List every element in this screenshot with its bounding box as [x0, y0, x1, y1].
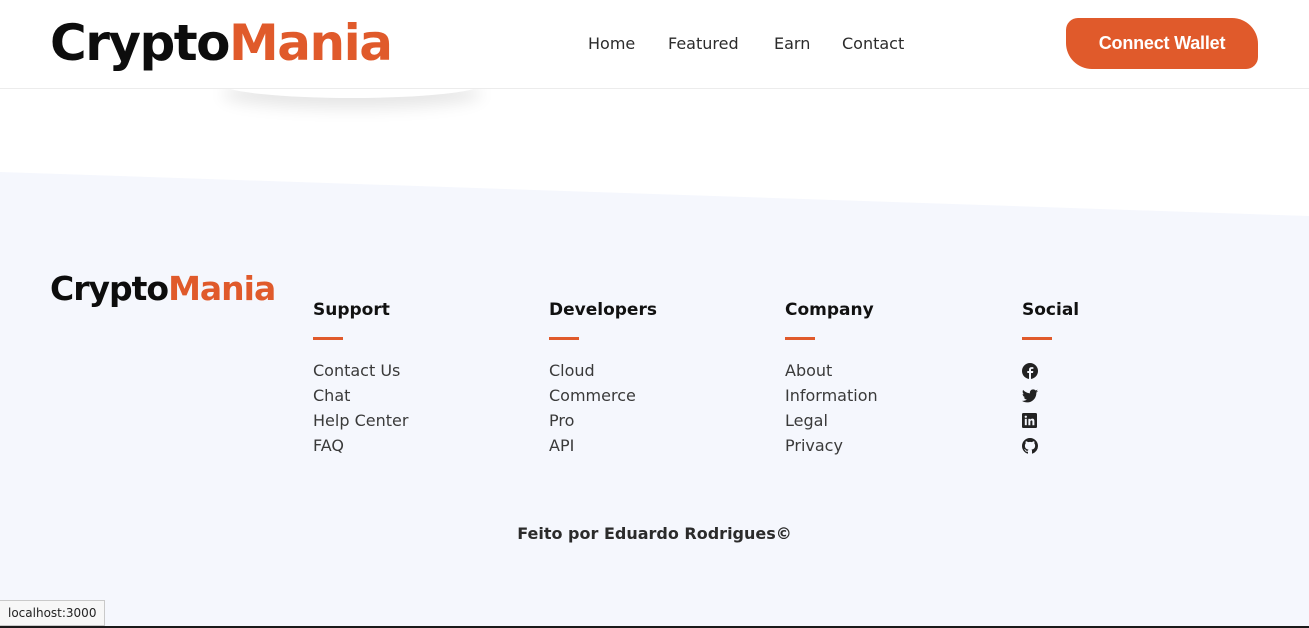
list-item: About — [785, 358, 1005, 383]
link-api[interactable]: API — [549, 436, 574, 455]
status-bar-url: localhost:3000 — [0, 600, 106, 626]
facebook-link[interactable] — [1022, 358, 1242, 383]
link-about[interactable]: About — [785, 361, 832, 380]
link-list: Contact Us Chat Help Center FAQ — [313, 358, 533, 458]
footer-logo-text-mania: Mania — [168, 269, 276, 308]
title-underline — [549, 337, 579, 340]
link-privacy[interactable]: Privacy — [785, 436, 843, 455]
linkedin-icon — [1022, 413, 1037, 428]
link-pro[interactable]: Pro — [549, 411, 574, 430]
link-commerce[interactable]: Commerce — [549, 386, 636, 405]
linkedin-link[interactable] — [1022, 408, 1242, 433]
list-item: Chat — [313, 383, 533, 408]
column-title: Social — [1022, 300, 1080, 320]
list-item: API — [549, 433, 769, 458]
column-title: Developers — [549, 300, 657, 320]
site-footer: CryptoMania Support Contact Us Chat Help… — [0, 0, 1309, 628]
nav-contact[interactable]: Contact — [842, 33, 904, 55]
list-item: Pro — [549, 408, 769, 433]
list-item: FAQ — [313, 433, 533, 458]
list-item: Cloud — [549, 358, 769, 383]
nav-home[interactable]: Home — [588, 33, 635, 55]
connect-wallet-button[interactable]: Connect Wallet — [1066, 18, 1258, 69]
link-list: About Information Legal Privacy — [785, 358, 1005, 458]
site-header: CryptoMania Home Featured Earn Contact C… — [0, 0, 1309, 89]
column-title: Support — [313, 300, 390, 320]
facebook-icon — [1022, 362, 1038, 379]
link-legal[interactable]: Legal — [785, 411, 828, 430]
footer-column-social: Social — [1022, 298, 1242, 458]
footer-column-developers: Developers Cloud Commerce Pro API — [549, 298, 769, 458]
footer-credit: Feito por Eduardo Rodrigues© — [517, 524, 792, 543]
twitter-icon — [1022, 388, 1038, 402]
list-item: Help Center — [313, 408, 533, 433]
link-chat[interactable]: Chat — [313, 386, 350, 405]
link-faq[interactable]: FAQ — [313, 436, 344, 455]
link-list: Cloud Commerce Pro API — [549, 358, 769, 458]
github-icon — [1022, 437, 1038, 454]
footer-logo-text-crypto: Crypto — [50, 269, 169, 308]
list-item: Privacy — [785, 433, 1005, 458]
nav-earn[interactable]: Earn — [774, 33, 810, 55]
github-link[interactable] — [1022, 433, 1242, 458]
link-help-center[interactable]: Help Center — [313, 411, 408, 430]
title-underline — [1022, 337, 1052, 340]
list-item: Legal — [785, 408, 1005, 433]
nav-featured[interactable]: Featured — [668, 33, 739, 55]
footer-logo[interactable]: CryptoMania — [50, 268, 276, 310]
list-item: Information — [785, 383, 1005, 408]
social-links — [1022, 358, 1242, 458]
twitter-link[interactable] — [1022, 383, 1242, 408]
column-title: Company — [785, 300, 874, 320]
title-underline — [313, 337, 343, 340]
list-item: Contact Us — [313, 358, 533, 383]
list-item: Commerce — [549, 383, 769, 408]
link-cloud[interactable]: Cloud — [549, 361, 595, 380]
link-information[interactable]: Information — [785, 386, 878, 405]
footer-column-company: Company About Information Legal Privacy — [785, 298, 1005, 458]
link-contact-us[interactable]: Contact Us — [313, 361, 400, 380]
title-underline — [785, 337, 815, 340]
footer-column-support: Support Contact Us Chat Help Center FAQ — [313, 298, 533, 458]
